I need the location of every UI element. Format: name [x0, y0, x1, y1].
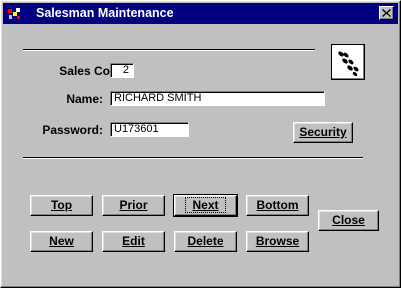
new-button[interactable]: New	[30, 231, 93, 252]
delete-button[interactable]: Delete	[174, 231, 237, 252]
name-label: Name:	[66, 92, 103, 106]
title-bar[interactable]: Salesman Maintenance	[3, 3, 398, 24]
footprints-logo-icon	[338, 51, 359, 76]
bottom-button[interactable]: Bottom	[246, 195, 309, 216]
bottom-separator	[23, 157, 363, 159]
close-button[interactable]: Close	[318, 210, 379, 231]
top-separator	[23, 49, 315, 51]
next-button[interactable]: Next	[173, 194, 238, 217]
close-window-button[interactable]	[379, 6, 394, 20]
sales-code-field[interactable]: 2	[110, 63, 134, 78]
top-button[interactable]: Top	[30, 195, 93, 216]
window-title: Salesman Maintenance	[36, 6, 174, 20]
security-button[interactable]: Security	[293, 122, 353, 143]
browse-button[interactable]: Browse	[246, 231, 309, 252]
logo-box	[331, 44, 365, 80]
next-button-label: Next	[185, 197, 226, 213]
app-icon[interactable]	[6, 6, 22, 21]
password-label: Password:	[42, 123, 103, 137]
close-icon	[382, 9, 391, 17]
password-field[interactable]: U173601	[110, 122, 189, 137]
edit-button[interactable]: Edit	[102, 231, 165, 252]
prior-button[interactable]: Prior	[102, 195, 165, 216]
name-field[interactable]: RICHARD SMITH	[110, 91, 325, 106]
salesman-maintenance-window: Salesman Maintenance Sales Code: 2 Name:…	[0, 0, 401, 288]
